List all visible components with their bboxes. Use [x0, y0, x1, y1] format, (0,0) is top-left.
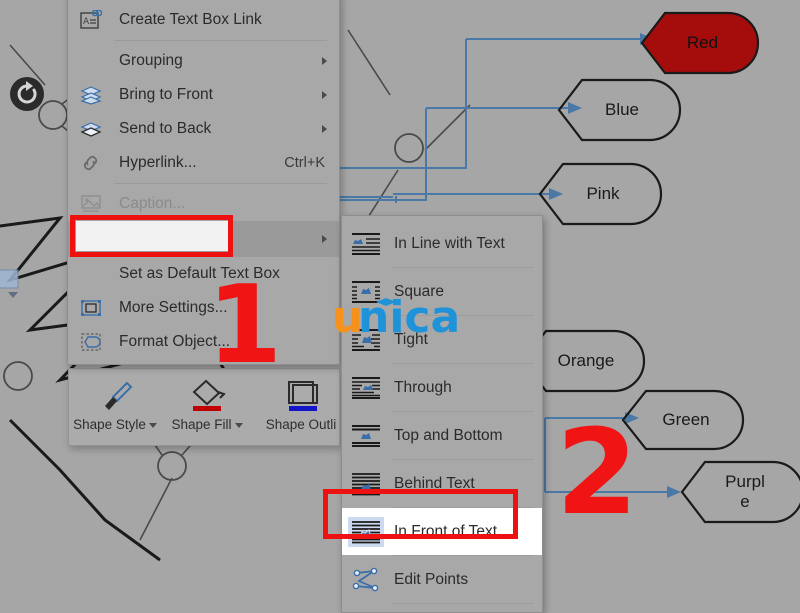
submenu-item-label: Through [394, 378, 452, 396]
shape-outline-label: Shape Outli [265, 417, 337, 432]
send-to-back-icon [76, 117, 106, 141]
menu-item-grouping[interactable]: Grouping [68, 44, 339, 78]
wrap-inline-icon [348, 229, 384, 259]
menu-item-accelerator: Ctrl+K [284, 155, 325, 171]
caption-icon [76, 192, 106, 216]
bring-to-front-icon [76, 83, 106, 107]
menu-item-label: Bring to Front [119, 86, 213, 103]
shape-context-menu[interactable]: A Create Text Box Link Grouping Bring to… [67, 0, 340, 365]
menu-item-hyperlink[interactable]: Hyperlink... Ctrl+K [68, 146, 339, 180]
unica-watermark: u nica [332, 292, 464, 346]
edit-points-icon [348, 565, 384, 595]
svg-text:A: A [83, 17, 90, 27]
shape-mini-toolbar[interactable]: Shape Style Shape Fill Shape Outli [68, 368, 340, 446]
text-box-link-icon: A [76, 8, 106, 32]
menu-item-more-settings[interactable]: More Settings... [68, 291, 339, 325]
menu-item-format-object[interactable]: Format Object... [68, 325, 339, 359]
submenu-separator [392, 603, 534, 604]
submenu-item-label: Top and Bottom [394, 426, 503, 444]
chevron-right-icon [322, 235, 327, 243]
shape-style-button[interactable]: Shape Style [69, 369, 161, 445]
shape-purple[interactable]: Purpl e [680, 460, 800, 524]
format-object-icon [76, 330, 106, 354]
rotation-handle-icon [10, 77, 44, 111]
menu-item-set-as-default-text-box[interactable]: Set as Default Text Box [68, 257, 339, 291]
menu-item-send-to-back[interactable]: Send to Back [68, 112, 339, 146]
submenu-item-label: In Line with Text [394, 234, 505, 252]
shape-green[interactable]: Green [621, 389, 745, 451]
menu-item-label: Hyperlink... [119, 154, 197, 171]
empty-icon-slot [76, 49, 106, 73]
shape-pink[interactable]: Pink [538, 162, 663, 226]
shape-outline-icon [283, 375, 319, 417]
shape-style-label: Shape Style [73, 417, 146, 432]
shape-red[interactable]: Red [640, 11, 760, 75]
hyperlink-icon [76, 151, 106, 175]
wrap-text-submenu[interactable]: In Line with Text Square Tight Through T… [341, 215, 543, 613]
wrap-through-icon [348, 373, 384, 403]
more-settings-icon [76, 296, 106, 320]
wrap-text-red-annotation-box [70, 215, 233, 257]
brush-icon [97, 375, 133, 417]
chevron-down-icon[interactable] [234, 423, 243, 428]
menu-separator [114, 40, 327, 41]
shape-fill-label: Shape Fill [171, 417, 232, 432]
menu-separator [114, 183, 327, 184]
menu-item-create-text-box-link[interactable]: A Create Text Box Link [68, 3, 339, 37]
menu-item-label: Caption... [119, 195, 186, 212]
submenu-item-through[interactable]: Through [342, 364, 542, 411]
menu-item-label: Send to Back [119, 120, 212, 137]
chevron-right-icon [322, 57, 327, 65]
submenu-item-label: Edit Points [394, 570, 469, 588]
submenu-item-edit-points[interactable]: Edit Points [342, 556, 542, 603]
shape-blue[interactable]: Blue [557, 78, 682, 142]
chevron-right-icon [322, 91, 327, 99]
empty-icon-slot [76, 262, 106, 286]
chevron-right-icon [322, 125, 327, 133]
in-front-of-text-red-annotation-box [323, 489, 518, 539]
step-number-2: 2 [556, 403, 639, 541]
menu-item-label: Create Text Box Link [119, 11, 262, 28]
chevron-down-icon[interactable] [148, 423, 157, 428]
submenu-item-in-line-with-text[interactable]: In Line with Text [342, 220, 542, 267]
wrap-top-bottom-icon [348, 421, 384, 451]
menu-item-label: Grouping [119, 52, 183, 69]
menu-item-bring-to-front[interactable]: Bring to Front [68, 78, 339, 112]
watermark-nica: nica [358, 296, 460, 342]
step-number-1: 1 [207, 263, 283, 388]
selection-handle-icon [0, 269, 19, 298]
submenu-item-top-and-bottom[interactable]: Top and Bottom [342, 412, 542, 459]
